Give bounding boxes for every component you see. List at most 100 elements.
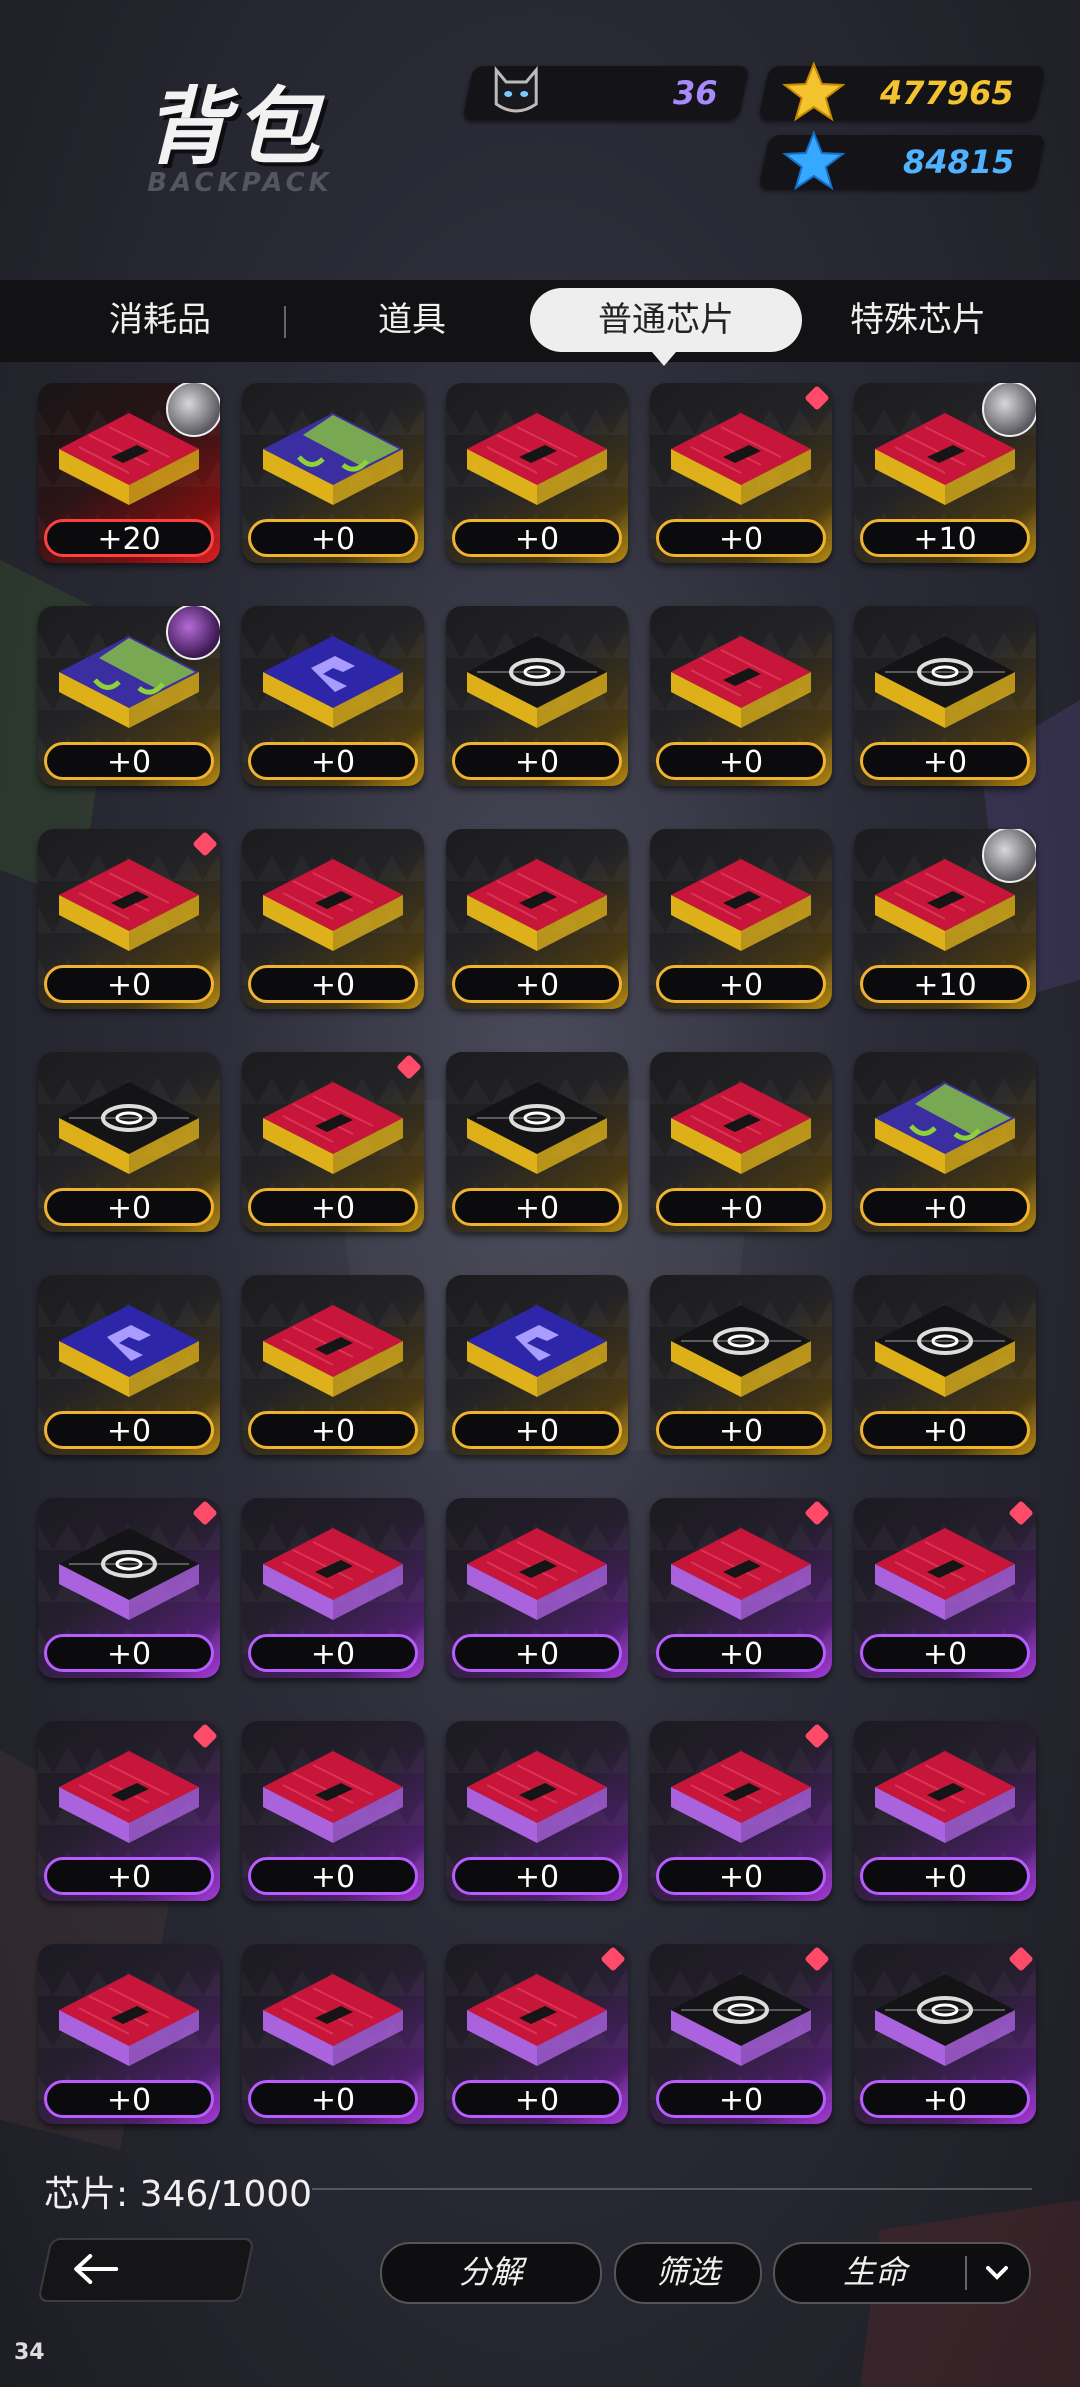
tab-normal-chips[interactable]: 普通芯片 [530,288,802,352]
chip-card[interactable]: +0 [650,383,832,563]
red-bolt-chip-icon [263,1305,403,1397]
equipped-character-avatar [982,383,1036,437]
swirl-chip-icon [671,1305,811,1397]
back-button[interactable] [37,2238,255,2302]
chip-level-label: +0 [656,1188,826,1226]
chip-card[interactable]: +0 [854,1721,1036,1901]
chip-card[interactable]: +0 [650,1498,832,1678]
chip-card[interactable]: +10 [854,829,1036,1009]
blue-logo-chip-icon [467,1305,607,1397]
gold-star-value: 477965 [880,74,1014,112]
chip-card[interactable]: +0 [38,1052,220,1232]
chip-card[interactable]: +0 [446,1275,628,1455]
chip-card[interactable]: +0 [242,1275,424,1455]
red-bolt-chip-icon [263,1751,403,1843]
gold-star-icon [782,60,846,128]
chip-card[interactable]: +10 [854,383,1036,563]
blue-star-value: 84815 [902,143,1014,181]
chip-card[interactable]: +0 [650,606,832,786]
chip-level-label: +10 [860,519,1030,557]
capacity-divider [312,2188,1032,2190]
chip-card[interactable]: +0 [650,1944,832,2124]
chip-level-label: +0 [656,1634,826,1672]
chip-card[interactable]: +0 [38,1944,220,2124]
red-bolt-chip-icon [263,1974,403,2066]
chip-card[interactable]: +0 [854,1275,1036,1455]
chip-level-label: +0 [248,1857,418,1895]
blue-logo-chip-icon [263,636,403,728]
chip-card[interactable]: +0 [446,1721,628,1901]
chip-card[interactable]: +0 [446,1498,628,1678]
chip-card[interactable]: +0 [446,383,628,563]
chip-card[interactable]: +0 [242,1052,424,1232]
active-tab-pointer [652,352,676,366]
chip-card[interactable]: +0 [854,1052,1036,1232]
red-bolt-chip-icon [671,413,811,505]
swirl-chip-icon [467,1082,607,1174]
chip-card[interactable]: +0 [242,383,424,563]
chip-level-label: +0 [248,965,418,1003]
chip-card[interactable]: +0 [38,1275,220,1455]
chip-level-label: +0 [248,1634,418,1672]
chip-level-label: +0 [44,742,214,780]
chip-card[interactable]: +0 [650,1721,832,1901]
chip-level-label: +0 [656,1411,826,1449]
chip-level-label: +0 [860,742,1030,780]
chip-card[interactable]: +0 [242,606,424,786]
chip-card[interactable]: +0 [446,829,628,1009]
chip-level-label: +20 [44,519,214,557]
chip-card[interactable]: +0 [38,606,220,786]
chip-card[interactable]: +0 [854,606,1036,786]
chip-card[interactable]: +0 [446,1944,628,2124]
chip-card[interactable]: +0 [242,1721,424,1901]
chip-card[interactable]: +0 [446,606,628,786]
chip-card[interactable]: +0 [650,1275,832,1455]
tab-consumables[interactable]: 消耗品 [60,288,260,352]
chip-level-label: +0 [44,2080,214,2118]
chip-card[interactable]: +20 [38,383,220,563]
sort-dropdown-value: 生命 [842,2253,907,2291]
cat-token-counter: 36 [462,65,750,120]
chip-card[interactable]: +0 [854,1944,1036,2124]
chip-level-label: +0 [248,1411,418,1449]
gold-star-counter: 477965 [758,61,1046,122]
chip-level-label: +0 [452,2080,622,2118]
chip-level-label: +0 [656,965,826,1003]
chip-card[interactable]: +0 [38,1721,220,1901]
chevron-down-icon [986,2266,1008,2280]
chip-level-label: +0 [656,742,826,780]
chip-level-label: +0 [452,1188,622,1226]
decompose-button[interactable]: 分解 [380,2242,602,2304]
chip-card[interactable]: +0 [38,829,220,1009]
chip-level-label: +0 [44,1411,214,1449]
chip-level-label: +0 [452,742,622,780]
chip-card[interactable]: +0 [650,829,832,1009]
tab-divider [284,306,286,338]
red-bolt-chip-icon [671,1751,811,1843]
filter-button[interactable]: 筛选 [614,2242,762,2304]
chip-card[interactable]: +0 [650,1052,832,1232]
category-tab-bar: 消耗品 道具 普通芯片 特殊芯片 [0,280,1080,362]
red-bolt-chip-icon [263,1082,403,1174]
chip-card[interactable]: +0 [446,1052,628,1232]
chip-level-label: +0 [656,1857,826,1895]
swirl-chip-icon [59,1528,199,1620]
chip-card[interactable]: +0 [242,1498,424,1678]
red-bolt-chip-icon [467,1528,607,1620]
red-bolt-chip-icon [263,859,403,951]
chip-card[interactable]: +0 [854,1498,1036,1678]
tab-special-chips[interactable]: 特殊芯片 [818,288,1018,352]
chip-level-label: +0 [452,1411,622,1449]
chip-card[interactable]: +0 [242,829,424,1009]
red-bolt-chip-icon [467,1974,607,2066]
chip-level-label: +0 [44,1634,214,1672]
blue-star-icon [782,129,846,197]
tab-items[interactable]: 道具 [312,288,512,352]
chip-card[interactable]: +0 [38,1498,220,1678]
chip-level-label: +0 [860,1188,1030,1226]
swirl-chip-icon [875,636,1015,728]
sort-dropdown[interactable]: 生命 [773,2242,1031,2304]
blue-logo-chip-icon [59,1305,199,1397]
chip-card[interactable]: +0 [242,1944,424,2124]
red-bolt-chip-icon [875,1751,1015,1843]
